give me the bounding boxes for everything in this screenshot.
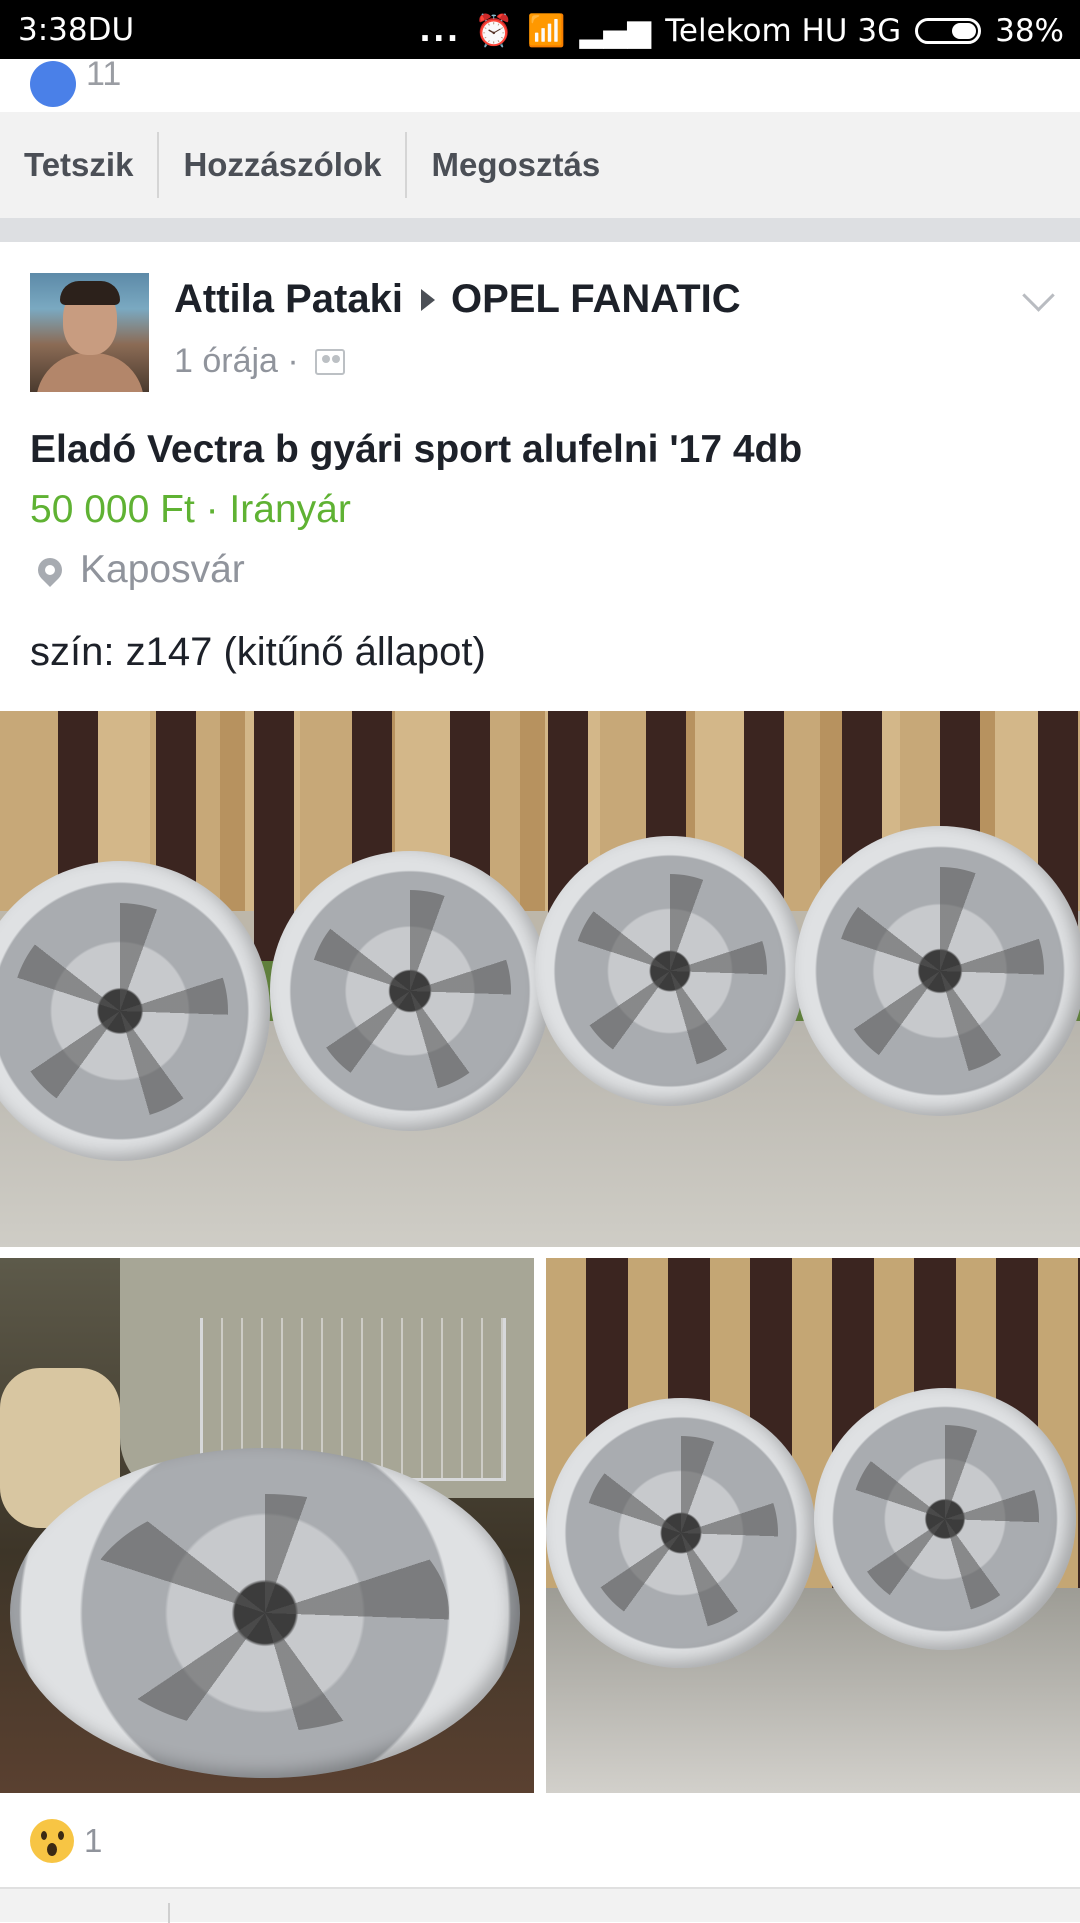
wheel-image (795, 826, 1080, 1116)
alarm-icon: ⏰ (474, 13, 514, 49)
wow-reaction-icon (30, 1819, 74, 1863)
comment-button[interactable]: Hozzászólok (159, 132, 408, 198)
like-reaction-icon (30, 61, 76, 107)
post-meta: 1 órája · (174, 342, 345, 381)
carrier-label: Telekom HU 3G (665, 12, 902, 49)
avatar[interactable] (30, 273, 149, 392)
wheel-image (814, 1388, 1076, 1650)
like-count[interactable]: 11 (86, 57, 121, 91)
post-actions-bar (0, 1887, 1080, 1923)
sale-post: Attila Pataki OPEL FANATIC 1 órája · Ela… (0, 242, 1080, 1923)
listing-title: Eladó Vectra b gyári sport alufelni '17 … (30, 428, 803, 471)
reaction-count: 1 (84, 1822, 103, 1859)
like-button[interactable]: Tetszik (0, 132, 160, 198)
wheel-image (546, 1398, 816, 1668)
post-header-author: Attila Pataki OPEL FANATIC (174, 277, 741, 322)
feed-separator (0, 218, 1080, 242)
wheel-image (535, 836, 805, 1106)
post-time[interactable]: 1 órája · (174, 342, 299, 381)
signal-icon: ▂▄▆ (579, 12, 652, 49)
battery-percent: 38% (995, 12, 1064, 49)
status-bar: 3:38DU ... ⏰ 📶 ▂▄▆ Telekom HU 3G 38% (0, 0, 1080, 59)
photo-wheels-row[interactable] (0, 711, 1080, 1247)
listing-location: Kaposvár (30, 548, 245, 592)
status-right: ... ⏰ 📶 ▂▄▆ Telekom HU 3G 38% (419, 12, 1064, 50)
notification-dots: ... (419, 12, 461, 49)
previous-post-actions: Tetszik Hozzászólok Megosztás (0, 112, 1080, 218)
listing-price: 50 000 Ft · Irányár (30, 488, 351, 531)
arrow-right-icon (420, 288, 435, 311)
post-reactions[interactable]: 1 (30, 1819, 102, 1863)
chevron-down-icon[interactable] (1022, 279, 1055, 312)
author-name[interactable]: Attila Pataki (174, 277, 403, 322)
photo-single-wheel[interactable] (0, 1258, 534, 1793)
wheel-image (10, 1448, 520, 1778)
location-pin-icon (33, 553, 67, 587)
group-audience-icon (314, 348, 345, 375)
status-time: 3:38DU (18, 12, 135, 48)
wifi-icon: 📶 (527, 13, 566, 49)
previous-post-reactions: 11 (0, 57, 1080, 114)
battery-icon (915, 17, 982, 44)
photo-two-wheels[interactable] (546, 1258, 1080, 1793)
location-text: Kaposvár (80, 548, 245, 591)
listing-description: szín: z147 (kitűnő állapot) (30, 630, 486, 674)
share-button[interactable]: Megosztás (407, 132, 624, 198)
group-name[interactable]: OPEL FANATIC (451, 277, 741, 322)
wheel-image (270, 851, 550, 1131)
